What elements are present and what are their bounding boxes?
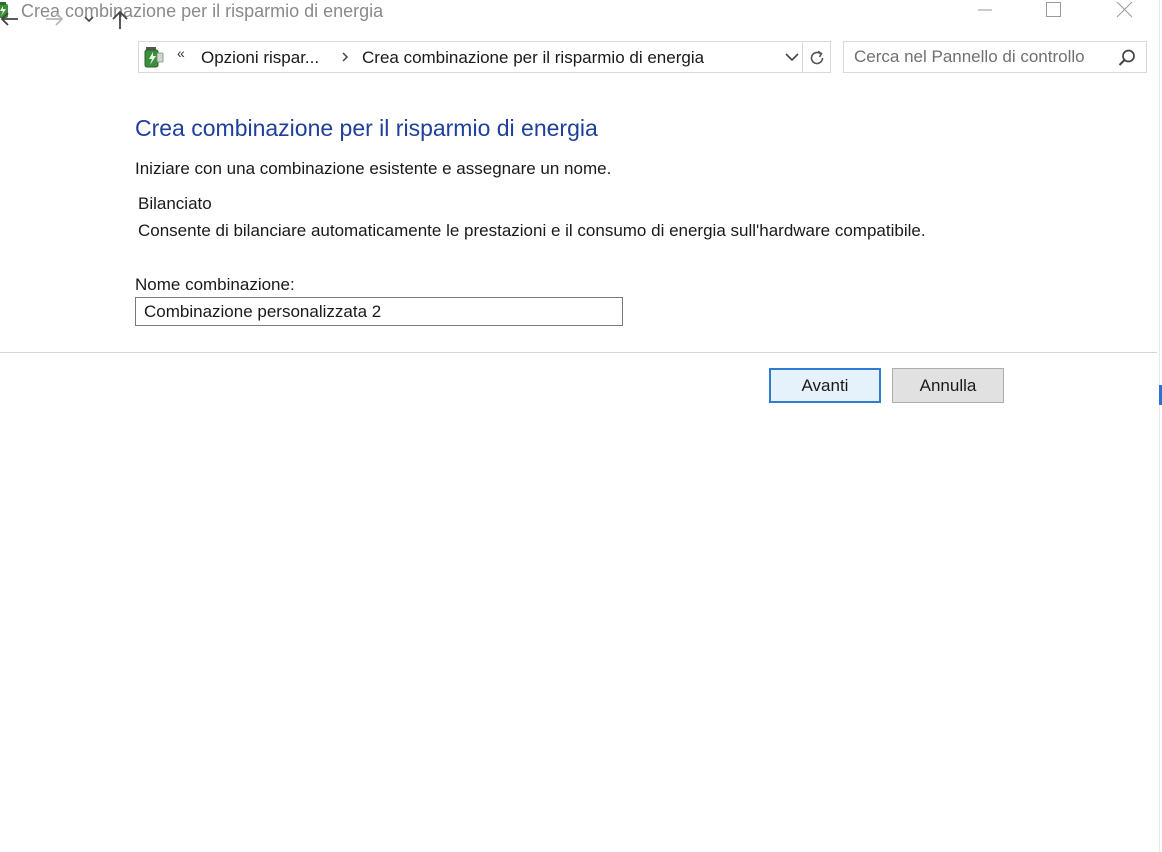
- page-title: Crea combinazione per il risparmio di en…: [135, 115, 598, 141]
- window-edge-line: [1159, 0, 1160, 852]
- intro-text: Iniziare con una combinazione esistente …: [135, 159, 612, 178]
- plan-name: Bilanciato: [138, 194, 212, 213]
- search-box[interactable]: [843, 41, 1147, 73]
- up-button[interactable]: [109, 8, 131, 30]
- power-options-icon: [142, 45, 166, 69]
- plan-name-input[interactable]: [135, 297, 623, 326]
- minimize-button[interactable]: [961, 0, 1007, 25]
- refresh-icon: [810, 50, 824, 65]
- address-overflow-chevron[interactable]: «: [177, 45, 185, 61]
- recent-locations-button[interactable]: [80, 8, 98, 30]
- window-title: Crea combinazione per il risparmio di en…: [21, 1, 384, 21]
- next-button[interactable]: Avanti: [769, 368, 881, 403]
- cancel-button[interactable]: Annulla: [892, 368, 1004, 403]
- refresh-button[interactable]: [803, 41, 831, 73]
- close-button[interactable]: [1101, 0, 1147, 25]
- address-bar[interactable]: « Opzioni rispar... Crea combinazione pe…: [138, 41, 803, 73]
- maximize-button[interactable]: [1030, 0, 1076, 25]
- breadcrumb-power-options[interactable]: Opzioni rispar...: [201, 48, 319, 68]
- arrow-left-icon: [0, 12, 18, 26]
- chevron-right-icon[interactable]: [339, 50, 351, 64]
- forward-button[interactable]: [44, 8, 66, 30]
- search-input[interactable]: [844, 42, 1124, 72]
- footer-divider: [0, 352, 1160, 353]
- plan-name-label: Nome combinazione:: [135, 275, 295, 294]
- search-icon[interactable]: [1117, 48, 1137, 68]
- arrow-up-icon: [112, 10, 128, 29]
- plan-description: Consente di bilanciare automaticamente l…: [138, 221, 926, 240]
- title-bar: Crea combinazione per il risparmio di en…: [0, 0, 1160, 24]
- chevron-down-icon: [84, 16, 94, 23]
- address-dropdown-icon[interactable]: [784, 50, 800, 64]
- breadcrumb-create-plan[interactable]: Crea combinazione per il risparmio di en…: [362, 48, 704, 68]
- arrow-right-icon: [46, 12, 64, 26]
- back-button[interactable]: [0, 8, 20, 30]
